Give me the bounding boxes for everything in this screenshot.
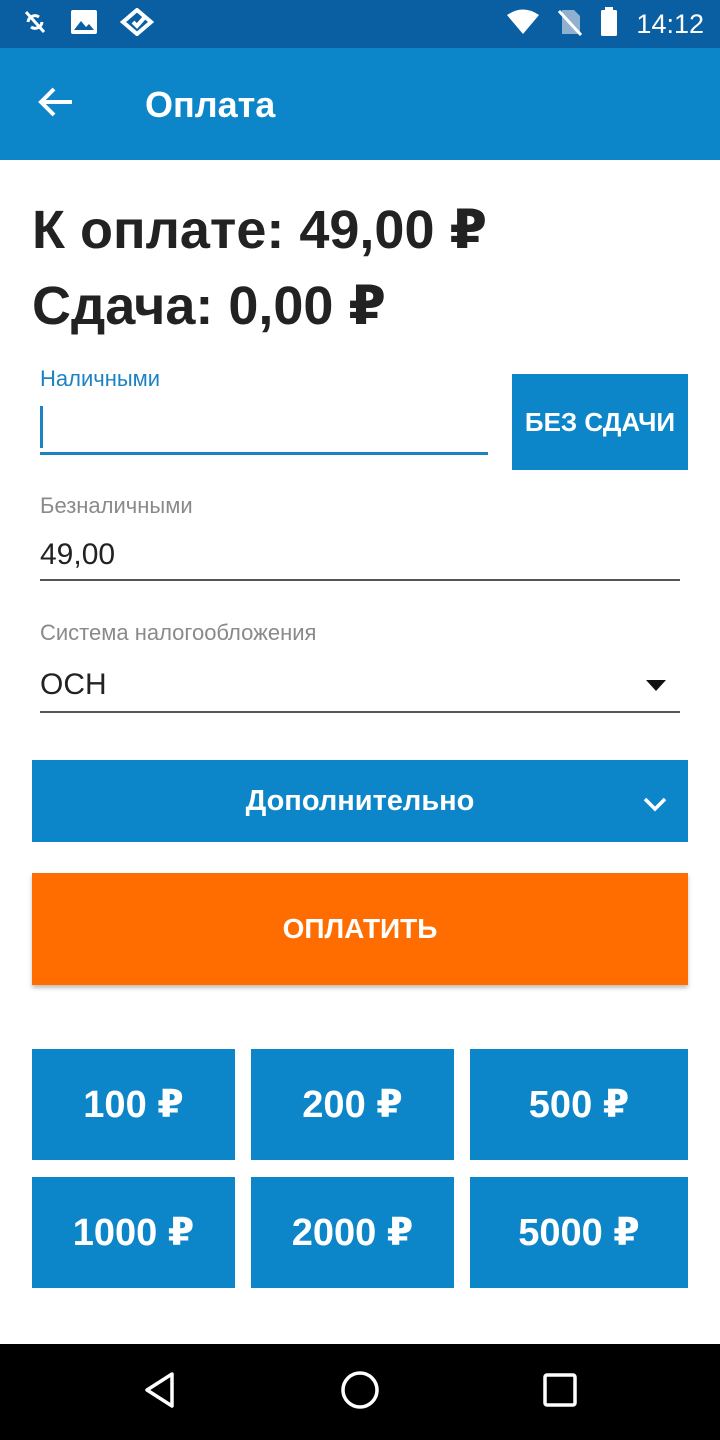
back-button[interactable] bbox=[34, 82, 78, 126]
quick-amount-500-button[interactable]: 500 ₽ bbox=[470, 1049, 688, 1160]
no-change-button[interactable]: БЕЗ СДАЧИ bbox=[512, 374, 688, 470]
wifi-icon bbox=[506, 9, 540, 40]
square-recents-icon bbox=[542, 1372, 578, 1413]
status-bar: 14:12 bbox=[0, 0, 720, 48]
status-time: 14:12 bbox=[636, 8, 704, 39]
quick-amount-1000-button[interactable]: 1000 ₽ bbox=[32, 1177, 235, 1288]
quick-amount-200-button[interactable]: 200 ₽ bbox=[251, 1049, 454, 1160]
quick-amount-100-button[interactable]: 100 ₽ bbox=[32, 1049, 235, 1160]
cash-field-label: Наличными bbox=[40, 366, 161, 391]
tax-select-underline bbox=[40, 711, 680, 713]
battery-icon bbox=[600, 6, 618, 42]
image-icon bbox=[70, 9, 98, 40]
more-options-button[interactable]: Дополнительно bbox=[32, 760, 688, 842]
text-cursor bbox=[40, 406, 43, 448]
dropdown-arrow-icon[interactable] bbox=[646, 680, 666, 691]
change-text: Сдача: 0,00 ₽ bbox=[32, 276, 387, 336]
cash-input-underline bbox=[40, 452, 488, 455]
chevron-down-icon bbox=[642, 788, 668, 821]
page-title: Оплата bbox=[145, 84, 276, 125]
quick-amount-2000-button[interactable]: 2000 ₽ bbox=[251, 1177, 454, 1288]
diamond-app-icon bbox=[119, 6, 155, 41]
navigation-bar bbox=[0, 1344, 720, 1440]
no-sim-icon bbox=[558, 8, 583, 41]
sync-off-icon bbox=[22, 9, 48, 40]
tax-field-label: Система налогообложения bbox=[40, 620, 317, 645]
nav-back-button[interactable] bbox=[140, 1371, 180, 1414]
nav-recents-button[interactable] bbox=[540, 1372, 580, 1412]
more-options-label: Дополнительно bbox=[245, 784, 475, 817]
card-field-label: Безналичными bbox=[40, 493, 193, 518]
card-input[interactable]: 49,00 bbox=[40, 538, 680, 572]
circle-home-icon bbox=[340, 1370, 380, 1415]
triangle-back-icon bbox=[142, 1371, 178, 1414]
amount-due-text: К оплате: 49,00 ₽ bbox=[32, 200, 488, 260]
card-input-underline bbox=[40, 579, 680, 581]
app-bar: Оплата bbox=[0, 48, 720, 160]
nav-home-button[interactable] bbox=[340, 1370, 380, 1415]
quick-amount-5000-button[interactable]: 5000 ₽ bbox=[470, 1177, 688, 1288]
tax-system-select[interactable]: ОСН bbox=[40, 668, 680, 702]
arrow-left-icon bbox=[38, 86, 74, 123]
pay-button[interactable]: ОПЛАТИТЬ bbox=[32, 873, 688, 985]
cash-input[interactable] bbox=[40, 408, 488, 452]
